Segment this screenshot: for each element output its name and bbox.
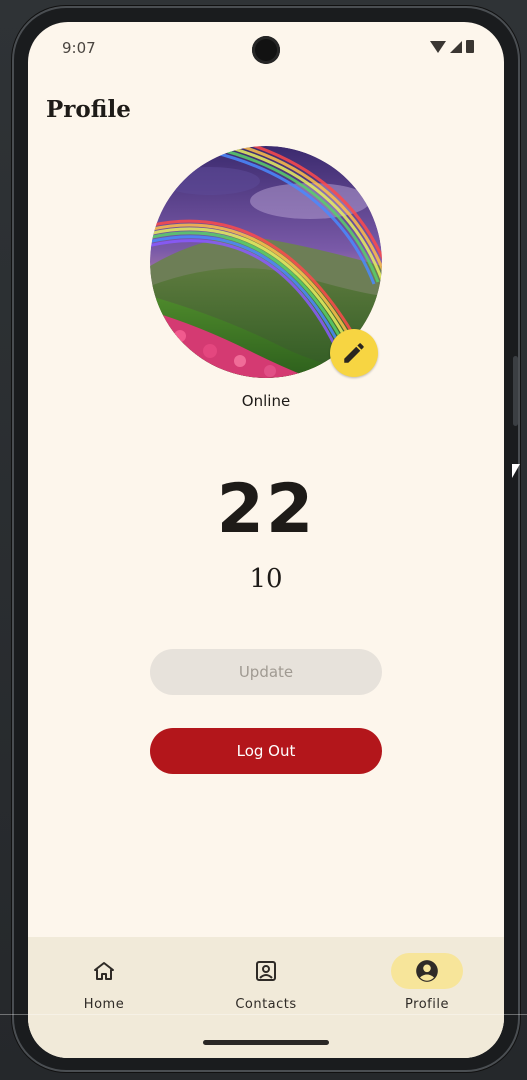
nav-label-contacts: Contacts (235, 997, 297, 1012)
nav-label-home: Home (83, 997, 125, 1012)
nav-item-home[interactable]: Home (44, 953, 164, 1012)
secondary-number: 10 (249, 564, 283, 594)
page-title: Profile (46, 96, 131, 123)
battery-icon (466, 40, 474, 53)
gesture-bar[interactable] (203, 1040, 329, 1045)
primary-number: 22 (216, 470, 316, 549)
nav-item-profile[interactable]: Profile (367, 953, 487, 1012)
wifi-icon (430, 40, 446, 53)
edit-avatar-button[interactable] (330, 329, 378, 377)
online-status: Online (241, 392, 291, 410)
avatar-container (150, 146, 382, 378)
device-frame: 9:07 Profile Online 22 10 Update Log Out… (0, 0, 527, 1080)
nav-label-profile: Profile (405, 997, 449, 1012)
status-icons (430, 40, 474, 53)
profile-icon (416, 960, 438, 982)
logout-button[interactable]: Log Out (150, 728, 382, 774)
status-time: 9:07 (62, 39, 96, 57)
camera-cutout (252, 36, 280, 64)
app-screen: 9:07 Profile Online 22 10 Update Log Out… (28, 22, 504, 1058)
mouse-cursor-icon (512, 464, 520, 478)
status-bar: 9:07 (28, 22, 504, 74)
update-button[interactable]: Update (150, 649, 382, 695)
contacts-icon (256, 961, 276, 981)
nav-icon-wrap-contacts (230, 953, 302, 989)
nav-item-contacts[interactable]: Contacts (206, 953, 326, 1012)
nav-icon-wrap-home (68, 953, 140, 989)
overlay-divider (0, 1014, 527, 1015)
signal-icon (450, 40, 462, 53)
nav-icon-wrap-profile (391, 953, 463, 989)
home-icon (94, 962, 114, 980)
pencil-icon (344, 343, 364, 363)
volume-button (513, 356, 518, 426)
